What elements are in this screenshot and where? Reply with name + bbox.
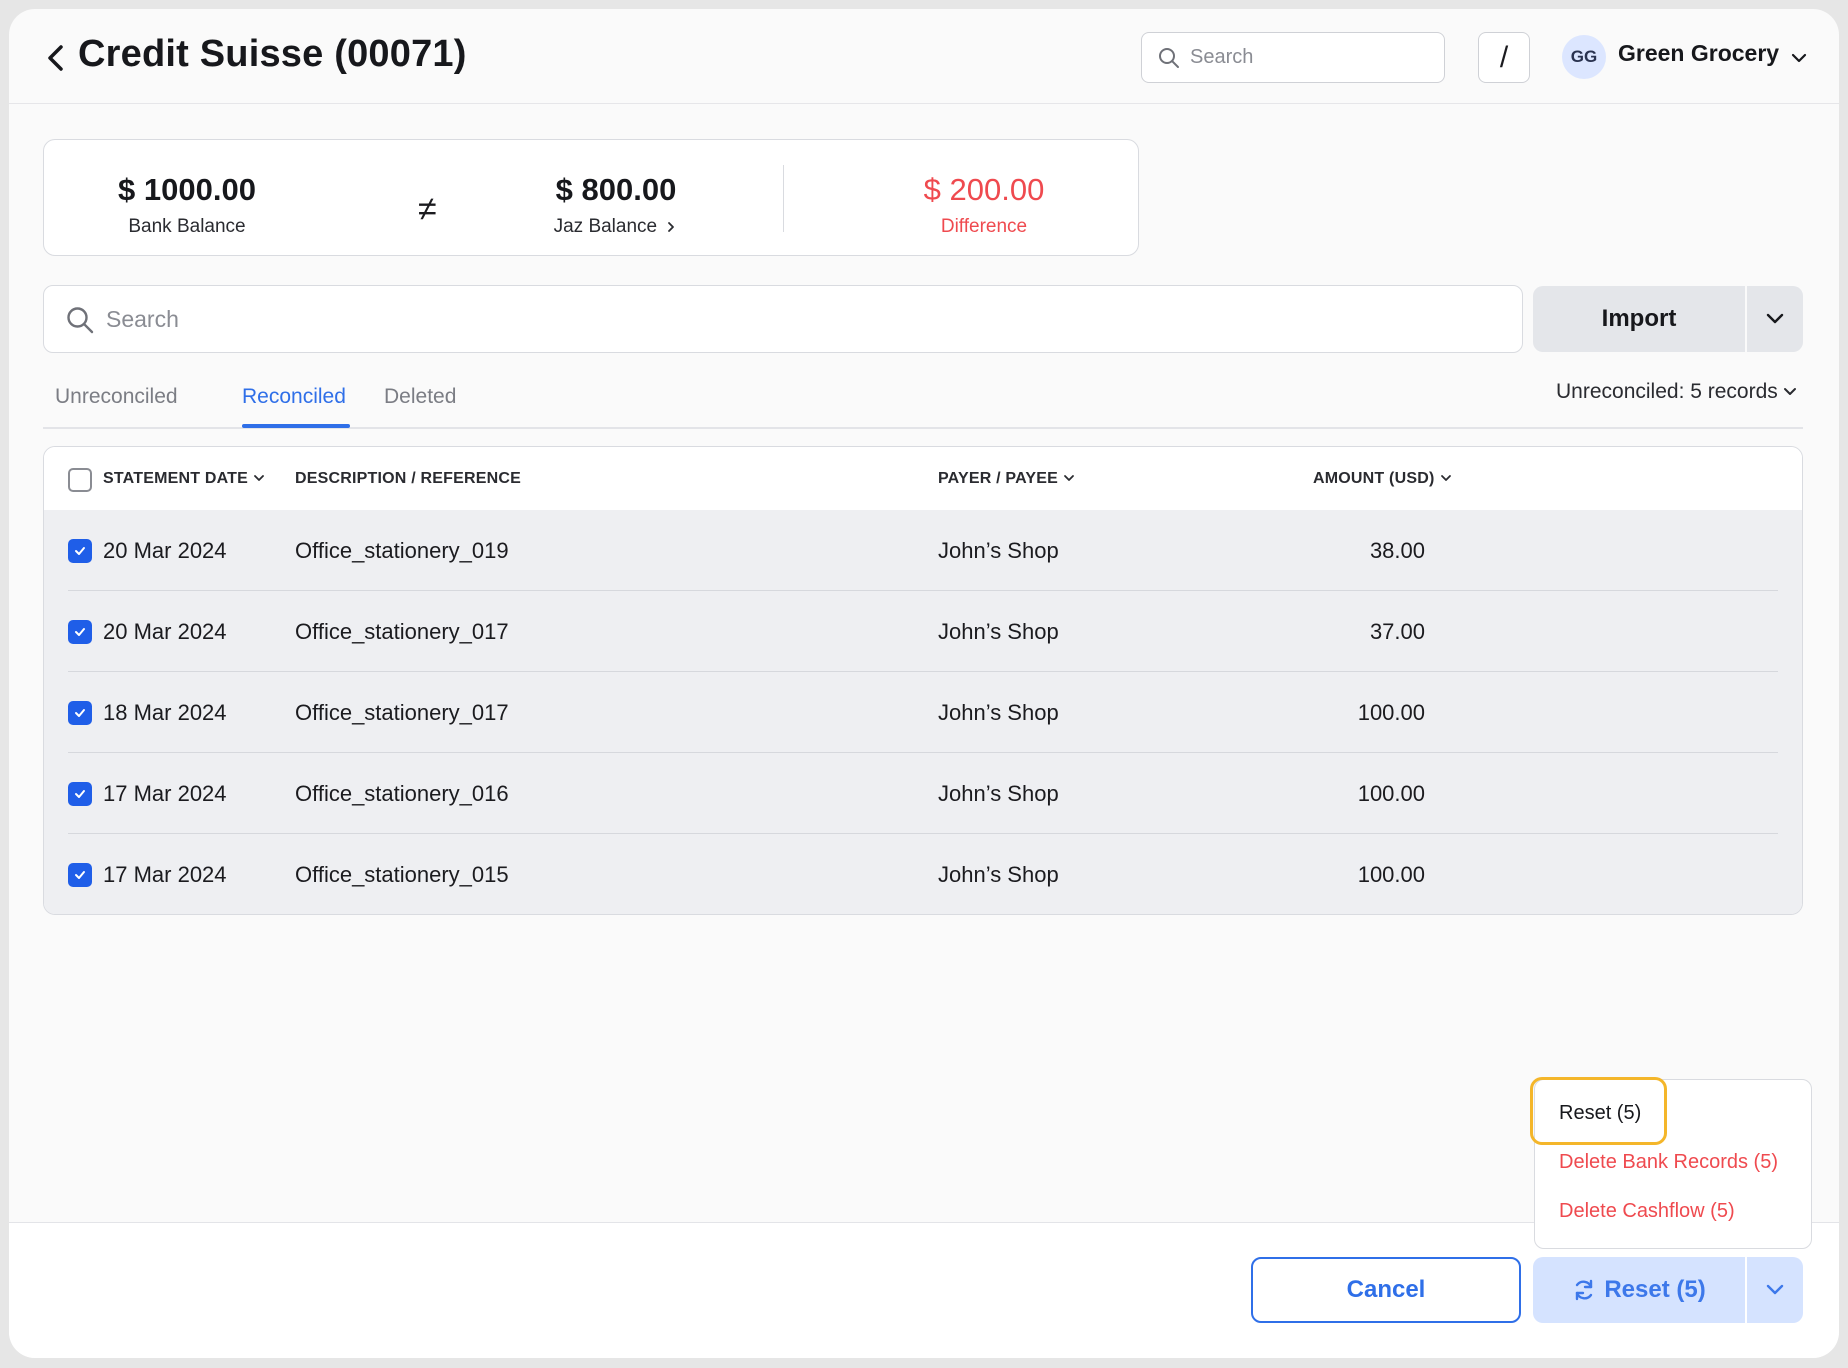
bank-balance-amount: $ 1000.00 <box>118 172 256 207</box>
jaz-balance[interactable]: $ 800.00 Jaz Balance <box>526 172 706 238</box>
check-icon <box>75 628 85 636</box>
header: Credit Suisse (00071) / GG Green Grocery <box>9 9 1839 104</box>
difference-amount: $ 200.00 <box>923 172 1045 207</box>
check-icon <box>75 790 85 798</box>
reset-dropdown-button[interactable] <box>1747 1257 1803 1323</box>
import-button[interactable]: Import <box>1533 286 1745 352</box>
row-date: 18 Mar 2024 <box>103 700 227 725</box>
row-description: Office_stationery_015 <box>295 862 509 887</box>
records-search[interactable] <box>43 285 1523 353</box>
cancel-button[interactable]: Cancel <box>1251 1257 1521 1323</box>
row-payee: John’s Shop <box>938 700 1059 725</box>
search-icon <box>67 307 94 334</box>
records-table: STATEMENT DATE DESCRIPTION / REFERENCE P… <box>43 446 1803 915</box>
table-row[interactable]: 17 Mar 2024 Office_stationery_016 John’s… <box>44 753 1802 834</box>
reset-button[interactable]: Reset (5) <box>1533 1257 1745 1323</box>
row-description: Office_stationery_017 <box>295 700 509 725</box>
check-icon <box>75 709 85 717</box>
row-date: 20 Mar 2024 <box>103 538 227 563</box>
row-payee: John’s Shop <box>938 781 1059 806</box>
table-row[interactable]: 17 Mar 2024 Office_stationery_015 John’s… <box>44 834 1802 914</box>
row-payee: John’s Shop <box>938 538 1059 563</box>
row-amount: 38.00 <box>1369 538 1425 563</box>
jaz-balance-amount: $ 800.00 <box>555 172 677 207</box>
chevron-right-icon <box>668 222 675 232</box>
row-date: 17 Mar 2024 <box>103 781 227 806</box>
table-row[interactable]: 20 Mar 2024 Office_stationery_019 John’s… <box>44 510 1802 591</box>
card-divider <box>783 165 784 232</box>
difference-balance: $ 200.00 Difference <box>884 172 1084 238</box>
row-amount: 100.00 <box>1357 700 1425 725</box>
row-payee: John’s Shop <box>938 862 1059 887</box>
chevron-down-icon <box>1440 474 1451 481</box>
bank-balance-label: Bank Balance <box>128 216 246 237</box>
row-description: Office_stationery_017 <box>295 619 509 644</box>
row-amount: 100.00 <box>1357 862 1425 887</box>
balance-summary-card: $ 1000.00 Bank Balance ≠ $ 800.00 Jaz Ba… <box>43 139 1139 256</box>
row-payee: John’s Shop <box>938 619 1059 644</box>
page-title: Credit Suisse (00071) <box>78 33 467 75</box>
row-checkbox[interactable] <box>68 620 92 644</box>
table-row[interactable]: 20 Mar 2024 Office_stationery_017 John’s… <box>44 591 1802 672</box>
row-date: 17 Mar 2024 <box>103 862 227 887</box>
row-checkbox[interactable] <box>68 863 92 887</box>
tab-reconciled[interactable]: Reconciled <box>242 385 346 409</box>
row-checkbox[interactable] <box>68 701 92 725</box>
not-equal-icon: ≠ <box>418 190 437 228</box>
row-description: Office_stationery_019 <box>295 538 509 563</box>
jaz-balance-label: Jaz Balance <box>553 216 658 237</box>
chevron-down-icon <box>254 474 264 481</box>
search-icon <box>1159 48 1179 68</box>
check-icon <box>75 871 85 879</box>
table-body: 20 Mar 2024 Office_stationery_019 John’s… <box>44 510 1802 914</box>
difference-label: Difference <box>940 216 1028 237</box>
tab-bar: Unreconciled Reconciled Deleted <box>43 379 1803 429</box>
menu-item-reset[interactable]: Reset (5) <box>1559 1102 1641 1125</box>
check-icon <box>75 547 85 555</box>
refresh-icon <box>1576 1279 1593 1301</box>
records-search-input[interactable] <box>106 286 1506 352</box>
chevron-down-icon[interactable] <box>1789 51 1809 65</box>
column-payer-payee-label: PAYER / PAYEE <box>938 470 1058 487</box>
row-description: Office_stationery_016 <box>295 781 509 806</box>
import-dropdown-button[interactable] <box>1747 286 1803 352</box>
tab-unreconciled[interactable]: Unreconciled <box>55 385 178 409</box>
row-amount: 100.00 <box>1357 781 1425 806</box>
records-filter-dropdown[interactable]: Unreconciled: 5 records <box>1556 380 1798 404</box>
records-filter-label: Unreconciled: 5 records <box>1556 380 1778 403</box>
column-amount[interactable]: AMOUNT (USD) <box>1313 470 1453 488</box>
row-date: 20 Mar 2024 <box>103 619 227 644</box>
jaz-balance-link[interactable]: Jaz Balance <box>526 216 706 238</box>
chevron-down-icon <box>1766 313 1784 324</box>
row-amount: 37.00 <box>1369 619 1425 644</box>
table-row[interactable]: 18 Mar 2024 Office_stationery_017 John’s… <box>44 672 1802 753</box>
chevron-down-icon <box>1064 474 1074 481</box>
menu-item-delete-bank-records[interactable]: Delete Bank Records (5) <box>1559 1151 1778 1174</box>
active-tab-indicator <box>242 424 350 428</box>
chevron-down-icon <box>1766 1284 1784 1295</box>
column-payer-payee[interactable]: PAYER / PAYEE <box>938 470 1076 488</box>
column-description: DESCRIPTION / REFERENCE <box>295 470 521 487</box>
menu-item-delete-cashflow[interactable]: Delete Cashflow (5) <box>1559 1200 1735 1223</box>
column-statement-date-label: STATEMENT DATE <box>103 470 249 487</box>
row-checkbox[interactable] <box>68 539 92 563</box>
reset-button-label: Reset (5) <box>1604 1276 1706 1303</box>
reset-actions-menu: Reset (5) Delete Bank Records (5) Delete… <box>1530 1077 1812 1249</box>
column-statement-date[interactable]: STATEMENT DATE <box>103 470 266 488</box>
global-search[interactable] <box>1141 32 1445 83</box>
tab-deleted[interactable]: Deleted <box>384 385 456 409</box>
column-amount-label: AMOUNT (USD) <box>1313 470 1435 487</box>
organization-name[interactable]: Green Grocery <box>1618 40 1779 67</box>
global-search-input[interactable] <box>1190 33 1430 82</box>
app-window: Credit Suisse (00071) / GG Green Grocery… <box>9 9 1839 1358</box>
chevron-down-icon <box>1783 388 1796 396</box>
select-all-checkbox[interactable] <box>68 468 92 492</box>
table-header: STATEMENT DATE DESCRIPTION / REFERENCE P… <box>44 447 1802 510</box>
row-checkbox[interactable] <box>68 782 92 806</box>
chevron-left-icon[interactable] <box>39 41 73 75</box>
shortcut-slash-button[interactable]: / <box>1478 32 1530 83</box>
bank-balance: $ 1000.00 Bank Balance <box>102 172 272 238</box>
avatar[interactable]: GG <box>1562 35 1606 79</box>
